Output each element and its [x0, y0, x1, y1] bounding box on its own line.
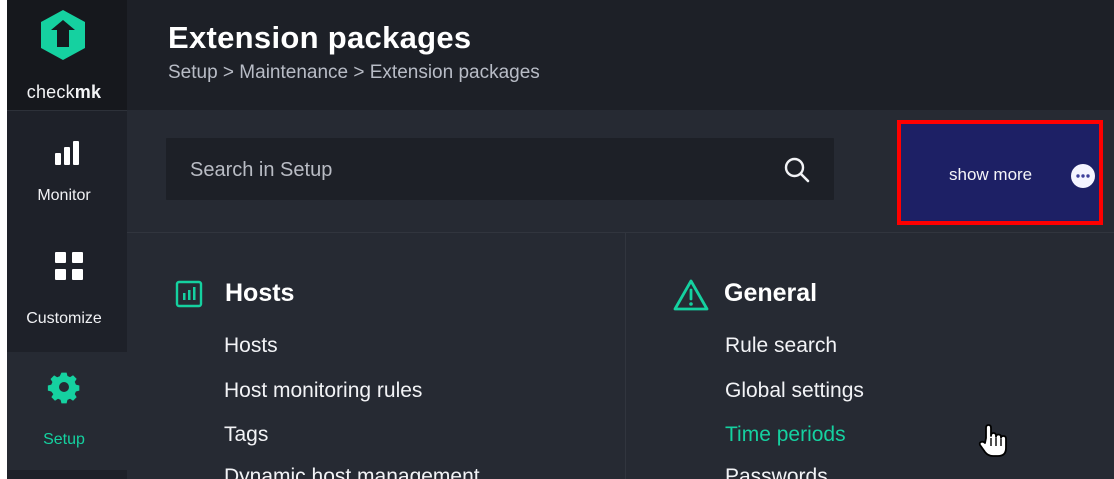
sidebar-divider	[7, 110, 127, 111]
menu-link-hosts[interactable]: Hosts	[224, 334, 278, 358]
bar-chart-icon	[55, 141, 79, 165]
sidebar-item-label: Monitor	[37, 187, 91, 204]
sidebar-item-monitor[interactable]: Monitor	[7, 112, 127, 224]
brand-area[interactable]: checkmk	[7, 0, 127, 110]
brand-name-suffix: mk	[74, 82, 102, 102]
page-title: Extension packages	[168, 20, 472, 55]
grid-icon	[55, 252, 83, 280]
brand-name: checkmk	[7, 82, 121, 103]
menu-link-rule-search[interactable]: Rule search	[725, 334, 837, 358]
menu-link-passwords[interactable]: Passwords	[725, 465, 828, 479]
menu-link-dynamic-host-management[interactable]: Dynamic host management	[224, 465, 480, 479]
more-circle-icon	[1071, 164, 1095, 188]
setup-toolbar: show more	[127, 110, 1114, 233]
sidebar-item-setup[interactable]: Setup	[7, 352, 127, 470]
warning-icon	[673, 279, 709, 311]
sidebar-item-label: Setup	[43, 431, 85, 448]
brand-name-prefix: check	[26, 82, 75, 102]
checkmk-logo-icon	[41, 10, 85, 60]
left-edge-strip	[0, 0, 7, 479]
setup-menu-content: Hosts Hosts Host monitoring rules Tags D…	[127, 233, 1114, 479]
show-more-label: show more	[949, 165, 1033, 184]
checkmk-window: checkmk Monitor Customize Setup Extensio…	[0, 0, 1114, 479]
gear-icon	[47, 372, 80, 404]
group-heading-hosts: Hosts	[225, 279, 295, 307]
hand-pointer-icon	[978, 424, 1007, 457]
menu-link-host-monitoring-rules[interactable]: Host monitoring rules	[224, 379, 422, 403]
search-icon[interactable]	[783, 156, 811, 184]
show-more-button[interactable]: show more	[897, 120, 1103, 225]
group-heading-general: General	[724, 279, 818, 307]
menu-link-tags[interactable]: Tags	[224, 423, 268, 447]
sidebar-item-label: Customize	[26, 310, 102, 327]
page-header: Extension packages Setup > Maintenance >…	[127, 0, 1114, 110]
sidebar: checkmk Monitor Customize Setup	[7, 0, 127, 479]
sidebar-item-customize[interactable]: Customize	[7, 240, 127, 350]
hosts-icon	[175, 280, 203, 308]
search-input[interactable]	[188, 155, 752, 185]
search-box[interactable]	[166, 138, 834, 200]
column-divider	[625, 233, 626, 479]
menu-link-global-settings[interactable]: Global settings	[725, 379, 864, 403]
breadcrumb[interactable]: Setup > Maintenance > Extension packages	[168, 62, 540, 84]
menu-link-time-periods[interactable]: Time periods	[725, 423, 846, 447]
